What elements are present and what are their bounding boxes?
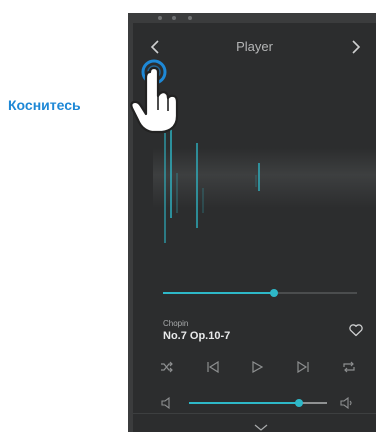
volume-low-icon — [161, 397, 170, 409]
repeat-button[interactable] — [341, 359, 357, 375]
divider — [133, 413, 376, 414]
audio-visualizer — [153, 103, 376, 243]
next-icon — [297, 361, 309, 373]
volume-row — [133, 396, 376, 410]
volume-up-button[interactable] — [339, 395, 355, 411]
heart-icon — [349, 324, 363, 337]
playback-controls — [133, 359, 376, 375]
chevron-down-icon — [254, 424, 268, 431]
track-title: No.7 Op.10-7 — [163, 330, 231, 342]
shuffle-icon — [161, 361, 173, 373]
volume-thumb[interactable] — [295, 399, 304, 407]
collapse-button[interactable] — [253, 420, 269, 431]
next-screen-button[interactable] — [346, 37, 366, 57]
tap-hand-icon — [130, 59, 179, 134]
seek-bar[interactable] — [163, 287, 357, 299]
seek-progress — [163, 292, 274, 294]
volume-high-icon — [340, 397, 352, 409]
volume-slider[interactable] — [189, 399, 327, 407]
play-icon — [252, 361, 263, 373]
next-button[interactable] — [295, 359, 311, 375]
status-icon — [158, 16, 162, 20]
status-bar — [128, 13, 376, 23]
volume-level — [189, 402, 300, 404]
shuffle-button[interactable] — [159, 359, 175, 375]
volume-down-button[interactable] — [159, 395, 175, 411]
artist-name: Chopin — [163, 319, 189, 328]
page-title: Player — [236, 39, 273, 54]
nav-bar: Player — [133, 37, 376, 57]
status-icon — [188, 16, 192, 20]
repeat-icon — [343, 361, 355, 373]
previous-icon — [207, 361, 219, 373]
play-button[interactable] — [249, 359, 265, 375]
status-icon — [172, 16, 176, 20]
tap-hint-label: Коснитесь — [8, 97, 81, 113]
like-button[interactable] — [348, 322, 364, 338]
previous-button[interactable] — [205, 359, 221, 375]
seek-thumb[interactable] — [269, 289, 278, 297]
chevron-right-icon — [352, 40, 361, 54]
